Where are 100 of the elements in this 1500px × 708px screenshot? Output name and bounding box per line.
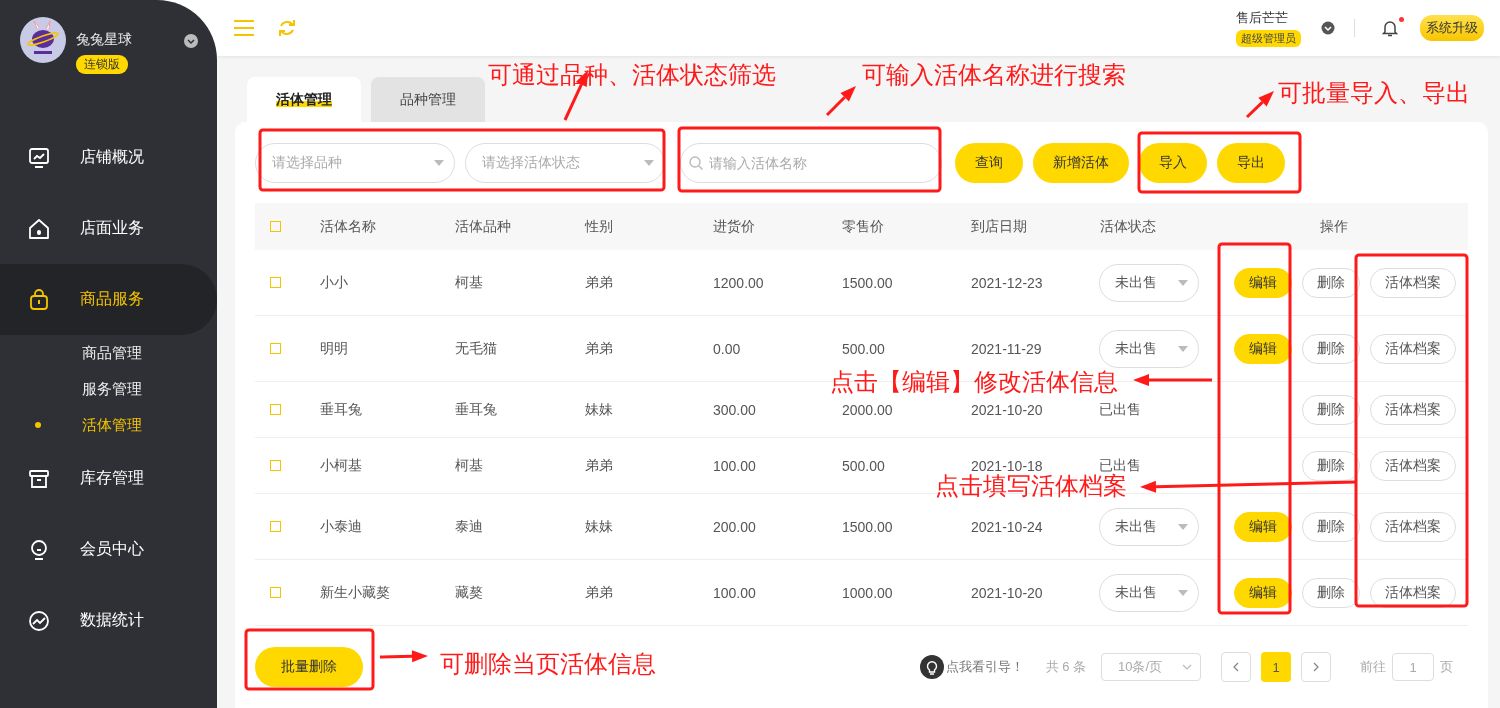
table-cell-text: 2021-10-18	[970, 457, 1044, 474]
table-cell-text: 弟弟	[584, 456, 614, 475]
annotation-text: 可批量导入、导出	[1278, 79, 1470, 108]
batch-delete-button[interactable]: 批量删除	[255, 647, 363, 687]
search-icon	[689, 156, 703, 170]
bell-icon[interactable]	[1380, 18, 1400, 38]
lightbulb-icon[interactable]	[919, 655, 944, 679]
edit-button[interactable]: 编辑	[1234, 577, 1292, 608]
nav-subitem[interactable]: 服务管理	[0, 371, 217, 407]
action-button[interactable]: 删除	[1302, 394, 1360, 425]
checkbox[interactable]	[270, 277, 281, 288]
bag-icon	[27, 287, 51, 312]
caret-down-icon	[1178, 345, 1188, 352]
chevron-left-icon	[1233, 662, 1239, 672]
page-number[interactable]: 1	[1261, 652, 1291, 682]
action-button[interactable]: 活体档案	[1370, 333, 1456, 364]
next-page-button[interactable]	[1301, 652, 1331, 682]
action-button[interactable]: 删除	[1302, 267, 1360, 298]
goto-label: 前往	[1360, 658, 1386, 676]
table-cell-text: 2000.00	[841, 401, 894, 418]
table-cell-text: 妹妹	[584, 517, 614, 536]
annotation-arrow	[379, 650, 428, 663]
table-cell-text: 2021-10-20	[970, 584, 1044, 601]
table-cell-text: 弟弟	[584, 339, 614, 358]
table-cell-text: 100.00	[712, 584, 757, 601]
annotation-arrow	[1245, 91, 1274, 119]
add-button[interactable]: 新增活体	[1033, 143, 1129, 183]
table-cell-text: 藏獒	[454, 583, 484, 602]
column-header: 零售价	[841, 217, 885, 236]
table-cell-text: 2021-10-24	[970, 518, 1044, 535]
action-button[interactable]: 删除	[1302, 577, 1360, 608]
nav-item[interactable]: 数据统计	[0, 585, 217, 656]
guide-link[interactable]: 点我看引导！	[945, 658, 1024, 676]
logo-avatar	[20, 17, 66, 63]
action-button[interactable]: 活体档案	[1370, 267, 1456, 298]
caret-down-icon	[1178, 523, 1188, 530]
nav-subitem[interactable]: 商品管理	[0, 335, 217, 371]
nav-item[interactable]: 店铺概况	[0, 122, 217, 193]
checkbox[interactable]	[270, 343, 281, 354]
checkbox[interactable]	[270, 404, 281, 415]
action-button[interactable]: 活体档案	[1370, 511, 1456, 542]
edit-button[interactable]: 编辑	[1234, 267, 1292, 298]
caret-down-icon	[644, 160, 654, 166]
action-button[interactable]: 删除	[1302, 511, 1360, 542]
caret-down-icon	[1178, 279, 1188, 286]
annotation-text: 可输入活体名称进行搜索	[862, 61, 1126, 90]
chevron-right-icon	[1313, 662, 1319, 672]
chevron-down-icon[interactable]	[1321, 21, 1335, 35]
annotation-arrow	[825, 86, 856, 117]
checkbox[interactable]	[270, 460, 281, 471]
annotation-text: 点击【编辑】修改活体信息	[830, 368, 1118, 397]
import-button[interactable]: 导入	[1139, 143, 1207, 183]
prev-page-button[interactable]	[1221, 652, 1251, 682]
page-suffix: 页	[1440, 658, 1453, 676]
caret-down-icon	[1178, 589, 1188, 596]
search-field[interactable]: 请输入活体名称	[680, 143, 942, 183]
export-button[interactable]: 导出	[1217, 143, 1285, 183]
user-name: 售后芒芒	[1236, 9, 1289, 27]
checkbox[interactable]	[270, 521, 281, 532]
nav-item[interactable]: 商品服务	[0, 264, 217, 335]
table-cell-text: 1000.00	[841, 584, 894, 601]
action-button[interactable]: 删除	[1302, 450, 1360, 481]
column-header: 性别	[583, 217, 614, 236]
table-cell-text: 弟弟	[584, 273, 614, 292]
table-cell-text: 新生小藏獒	[319, 583, 391, 602]
caret-down-icon	[434, 160, 444, 166]
table-cell-text: 500.00	[841, 457, 886, 474]
table-cell-text: 小柯基	[319, 456, 363, 475]
annotation-text: 可删除当页活体信息	[440, 650, 656, 679]
nav-item[interactable]: 会员中心	[0, 514, 217, 585]
checkbox[interactable]	[270, 221, 281, 232]
action-button[interactable]: 活体档案	[1370, 394, 1456, 425]
refresh-icon[interactable]	[278, 19, 296, 37]
action-button[interactable]: 删除	[1302, 333, 1360, 364]
upgrade-button[interactable]: 系统升级	[1420, 15, 1484, 41]
nav-item[interactable]: 库存管理	[0, 443, 217, 514]
chevron-down-icon[interactable]	[184, 34, 198, 48]
edit-button[interactable]: 编辑	[1234, 511, 1292, 542]
nav-subitem[interactable]: 活体管理	[0, 407, 217, 443]
table-cell-text: 2021-10-20	[970, 401, 1044, 418]
action-button[interactable]: 活体档案	[1370, 577, 1456, 608]
menu-icon[interactable]	[234, 20, 254, 36]
table-cell-text: 100.00	[712, 457, 757, 474]
table-cell-text: 200.00	[712, 518, 757, 535]
nav-item[interactable]: 店面业务	[0, 193, 217, 264]
table-cell-text: 1200.00	[712, 274, 765, 291]
query-button[interactable]: 查询	[955, 143, 1023, 183]
table-cell-text: 300.00	[712, 401, 757, 418]
checkbox[interactable]	[270, 587, 281, 598]
table-cell-text: 2021-12-23	[970, 274, 1044, 291]
table-cell-text: 泰迪	[454, 517, 484, 536]
table-cell-text: 小泰迪	[319, 517, 363, 536]
tab[interactable]: 品种管理	[371, 77, 485, 122]
table-cell-text: 无毛猫	[454, 339, 498, 358]
status-text: 已出售	[1098, 456, 1141, 473]
edit-button[interactable]: 编辑	[1234, 333, 1292, 364]
column-header: 操作	[1319, 217, 1349, 236]
chevron-down-icon	[1182, 664, 1192, 670]
action-button[interactable]: 活体档案	[1370, 450, 1456, 481]
total-count: 共 6 条	[1045, 658, 1086, 676]
